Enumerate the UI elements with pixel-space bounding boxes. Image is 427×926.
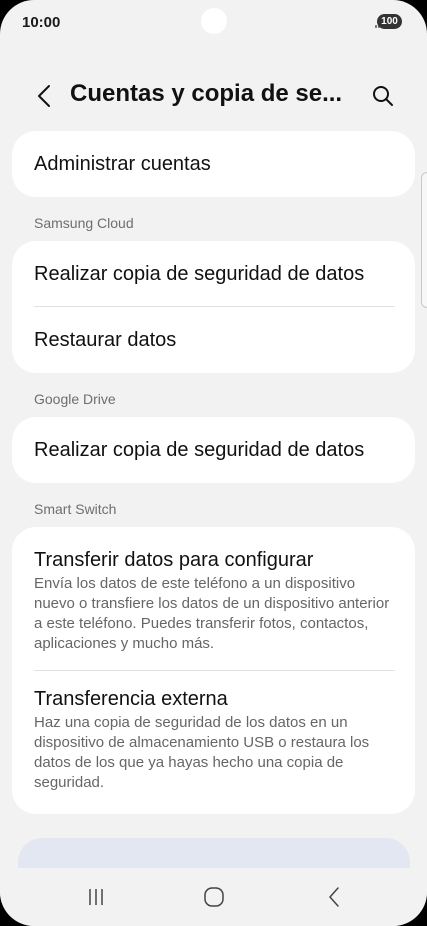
nav-back-button[interactable] bbox=[314, 882, 354, 912]
external-transfer-description: Haz una copia de seguridad de los datos … bbox=[34, 714, 370, 791]
camera-cutout bbox=[201, 8, 227, 34]
navigation-bar bbox=[0, 868, 427, 926]
restore-data-item[interactable]: Restaurar datos bbox=[12, 307, 415, 373]
samsung-backup-label: Realizar copia de seguridad de datos bbox=[34, 262, 365, 285]
external-transfer-label: Transferencia externa bbox=[34, 688, 228, 710]
page-title: Cuentas y copia de se... bbox=[70, 80, 343, 107]
status-time: 10:00 bbox=[22, 14, 61, 31]
transfer-setup-label: Transferir datos para configurar bbox=[34, 548, 314, 571]
search-icon bbox=[373, 86, 393, 106]
restore-data-label: Restaurar datos bbox=[34, 328, 177, 351]
external-transfer-item[interactable]: Transferencia externa Haz una copia de s… bbox=[12, 671, 415, 814]
battery-icon: 100 bbox=[377, 14, 402, 29]
back-icon bbox=[329, 887, 339, 907]
samsung-cloud-header: Samsung Cloud bbox=[34, 215, 134, 231]
manage-accounts-label: Administrar cuentas bbox=[34, 152, 211, 175]
smart-switch-header: Smart Switch bbox=[34, 501, 117, 517]
google-drive-header: Google Drive bbox=[34, 391, 116, 407]
google-drive-card: Realizar copia de seguridad de datos bbox=[12, 417, 415, 483]
search-button[interactable] bbox=[367, 80, 399, 112]
phone-screen: 10:00 100 Cuentas y copia de se... Admin… bbox=[0, 0, 427, 926]
recent-apps-button[interactable] bbox=[76, 882, 116, 912]
back-button[interactable] bbox=[28, 80, 60, 112]
google-backup-item[interactable]: Realizar copia de seguridad de datos bbox=[12, 417, 415, 483]
status-bar: 10:00 100 bbox=[0, 0, 427, 46]
back-arrow-icon bbox=[38, 85, 50, 107]
accounts-card: Administrar cuentas bbox=[12, 131, 415, 197]
recent-apps-icon bbox=[89, 889, 103, 905]
transfer-setup-description: Envía los datos de este teléfono a un di… bbox=[34, 574, 390, 652]
manage-accounts-item[interactable]: Administrar cuentas bbox=[12, 131, 415, 197]
app-bar: Cuentas y copia de se... bbox=[0, 74, 427, 118]
scroll-indicator[interactable] bbox=[421, 172, 427, 308]
samsung-backup-item[interactable]: Realizar copia de seguridad de datos bbox=[12, 241, 415, 307]
home-button[interactable] bbox=[194, 882, 234, 912]
transfer-setup-item[interactable]: Transferir datos para configurar Envía l… bbox=[12, 527, 415, 671]
home-icon bbox=[204, 887, 224, 907]
smart-switch-card: Transferir datos para configurar Envía l… bbox=[12, 527, 415, 814]
samsung-cloud-card: Realizar copia de seguridad de datos Res… bbox=[12, 241, 415, 373]
google-backup-label: Realizar copia de seguridad de datos bbox=[34, 438, 365, 461]
